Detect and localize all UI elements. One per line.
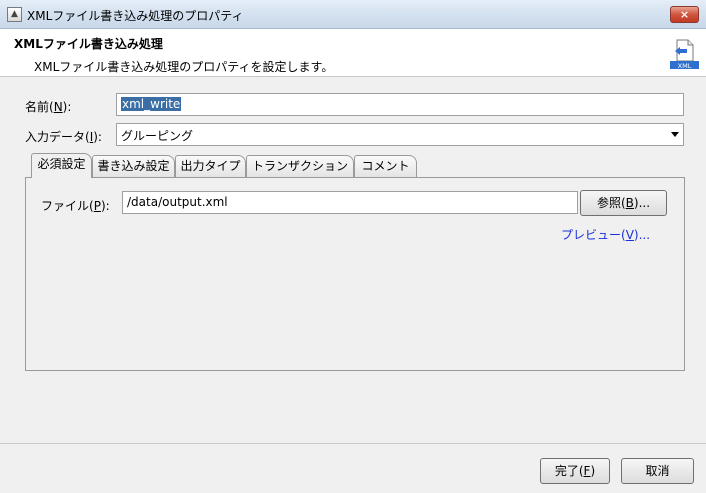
chevron-down-icon — [671, 132, 679, 137]
xml-icon-label: XML — [678, 62, 692, 70]
tab-output-type[interactable]: 出力タイプ — [175, 155, 246, 177]
close-button[interactable]: × — [670, 6, 699, 23]
header-description: XMLファイル書き込み処理のプロパティを設定します。 — [34, 60, 334, 74]
browse-button[interactable]: 参照(B)... — [580, 190, 667, 216]
input-data-label: 入力データ(I): — [25, 130, 102, 144]
app-icon: ▲ — [7, 7, 22, 22]
dialog-footer: 完了(F) 取消 — [0, 443, 706, 493]
preview-link[interactable]: プレビュー(V)... — [561, 226, 650, 243]
tab-required[interactable]: 必須設定 — [31, 153, 92, 178]
name-label: 名前(N): — [25, 100, 72, 114]
title-bar: ▲ XMLファイル書き込み処理のプロパティ × — [0, 0, 706, 29]
input-data-select[interactable]: グルーピング — [116, 123, 684, 146]
name-input[interactable]: xml_write — [116, 93, 684, 116]
required-settings-panel: ファイル(P): /data/output.xml 参照(B)... プレビュー… — [25, 177, 685, 371]
header-panel: XMLファイル書き込み処理 XMLファイル書き込み処理のプロパティを設定します。… — [0, 29, 706, 77]
tab-transaction[interactable]: トランザクション — [246, 155, 354, 177]
xml-file-icon: XML — [670, 39, 699, 70]
header-title: XMLファイル書き込み処理 — [14, 37, 163, 51]
window-title: XMLファイル書き込み処理のプロパティ — [27, 9, 244, 23]
file-path-input[interactable]: /data/output.xml — [122, 191, 578, 214]
tab-write-settings[interactable]: 書き込み設定 — [92, 155, 175, 177]
tab-comment[interactable]: コメント — [354, 155, 417, 177]
input-data-value: グルーピング — [121, 129, 194, 143]
file-label: ファイル(P): — [41, 199, 110, 213]
cancel-button[interactable]: 取消 — [621, 458, 694, 484]
finish-button[interactable]: 完了(F) — [540, 458, 610, 484]
name-input-value: xml_write — [121, 97, 182, 111]
